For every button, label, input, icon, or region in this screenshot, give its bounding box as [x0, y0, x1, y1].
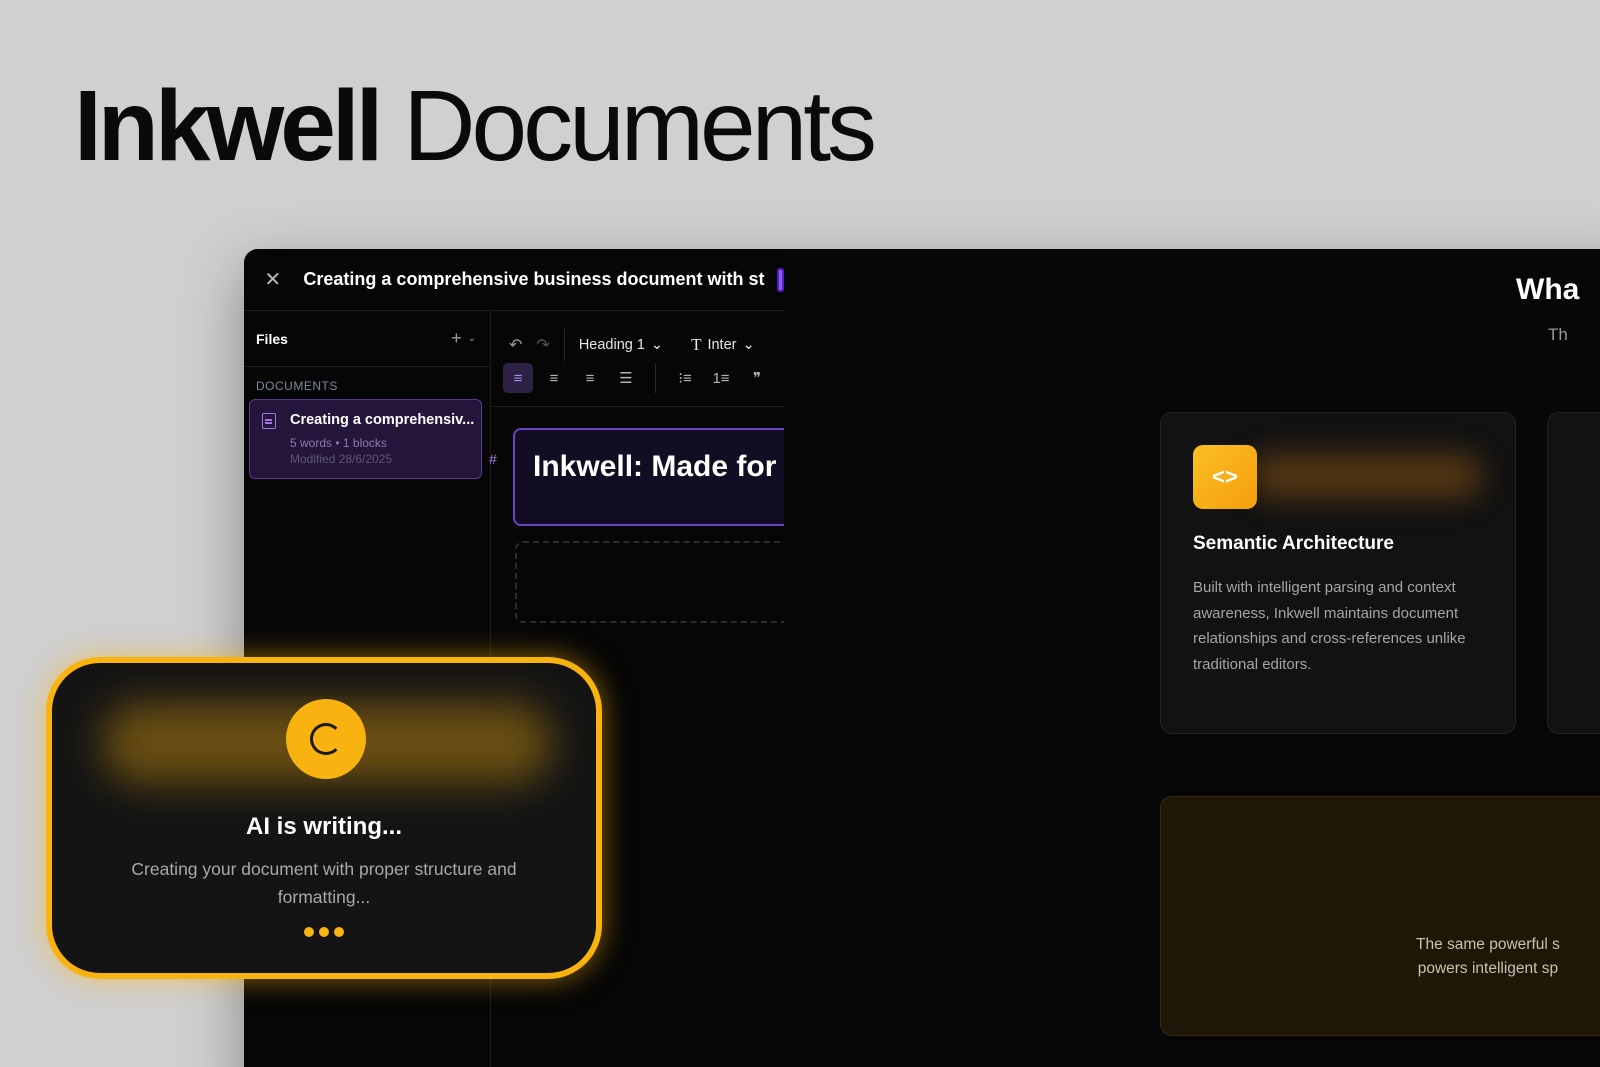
align-justify-icon[interactable]: ☰ [611, 363, 641, 393]
hero-brand: Inkwell [74, 70, 383, 182]
type-icon: T [691, 335, 702, 354]
feature-glow [1251, 453, 1481, 499]
align-right-icon[interactable]: ≡ [575, 363, 605, 393]
numbered-list-icon[interactable]: 1≡ [706, 363, 736, 393]
chevron-down-icon: ⌄ [650, 337, 664, 353]
close-icon[interactable]: ✕ [264, 267, 281, 292]
feature-description: Built with intelligent parsing and conte… [1193, 579, 1466, 673]
document-meta: 5 words • 1 blocks [290, 436, 387, 450]
font-select[interactable]: T Inter ⌄ [691, 335, 755, 355]
feature-card: <> Semantic Architecture Built with inte… [1160, 412, 1516, 734]
hero-title: Inkwell Documents [74, 76, 877, 176]
preview-heading: Wha [1516, 273, 1580, 306]
typing-dot [334, 927, 344, 937]
chevron-down-icon: ⌄ [742, 337, 755, 353]
document-title: Creating a comprehensive business docume… [303, 269, 765, 289]
status-chip [776, 267, 784, 292]
document-list-item[interactable]: Creating a comprehensiv... 5 words • 1 b… [249, 399, 482, 479]
highlight-card: The same powerful s powers intelligent s… [1160, 796, 1600, 1036]
align-left-icon[interactable]: ≡ [503, 363, 533, 393]
typing-dot [319, 927, 329, 937]
heading-marker: # [489, 451, 497, 467]
toolbar-divider [563, 329, 565, 361]
ai-status-title: AI is writing... [245, 813, 402, 840]
highlight-text: The same powerful s powers intelligent s… [1416, 933, 1560, 981]
new-file-button[interactable]: + ⌄ [451, 328, 476, 349]
formatting-toolbar: ↶ ↷ Heading 1 ⌄ T Inter ⌄ ≡ ≡ ≡ ☰ ⁝≡ 1≡ … [491, 311, 784, 407]
highlight-line-2: powers intelligent sp [1417, 960, 1559, 978]
align-center-icon[interactable]: ≡ [539, 363, 569, 393]
redo-icon[interactable]: ↷ [536, 335, 549, 355]
sidebar-title: Files [256, 330, 288, 347]
bullet-list-icon[interactable]: ⁝≡ [670, 363, 700, 393]
heading-block[interactable]: Inkwell: Made for [513, 428, 784, 526]
ai-writing-overlay: AI is writing... Creating your document … [46, 657, 602, 979]
hero-suffix: Documents [403, 70, 877, 182]
code-icon: <> [1193, 445, 1257, 509]
file-text-icon [262, 413, 276, 429]
document-name: Creating a comprehensiv... [290, 412, 475, 428]
typing-dots [52, 927, 596, 937]
heading-select[interactable]: Heading 1 ⌄ [579, 337, 663, 353]
empty-block-placeholder[interactable] [515, 541, 784, 623]
sidebar-header: Files + ⌄ [244, 311, 490, 367]
document-modified: Modified 28/6/2025 [290, 452, 393, 466]
typing-dot [304, 927, 314, 937]
feature-card [1547, 412, 1600, 734]
editor-title-bar: ✕ Creating a comprehensive business docu… [244, 249, 784, 311]
font-select-label: Inter [707, 337, 737, 353]
loading-spinner-icon [286, 699, 366, 779]
ai-status-description: Creating your document with proper struc… [131, 859, 517, 907]
spinner-ring [310, 723, 342, 755]
feature-title: Semantic Architecture [1193, 533, 1394, 554]
heading-select-label: Heading 1 [578, 337, 645, 353]
heading-text[interactable]: Inkwell: Made for [533, 450, 776, 484]
plus-icon: + [451, 328, 462, 348]
preview-subheading: Th [1548, 325, 1568, 344]
quote-icon[interactable]: ❞ [742, 363, 772, 393]
undo-icon[interactable]: ↶ [509, 335, 522, 355]
chevron-down-icon: ⌄ [467, 333, 476, 344]
preview-panel: Wha Th <> Semantic Architecture Built wi… [784, 249, 1600, 1067]
highlight-line-1: The same powerful s [1416, 936, 1560, 953]
toolbar-divider [655, 363, 656, 393]
section-label: DOCUMENTS [256, 379, 338, 393]
